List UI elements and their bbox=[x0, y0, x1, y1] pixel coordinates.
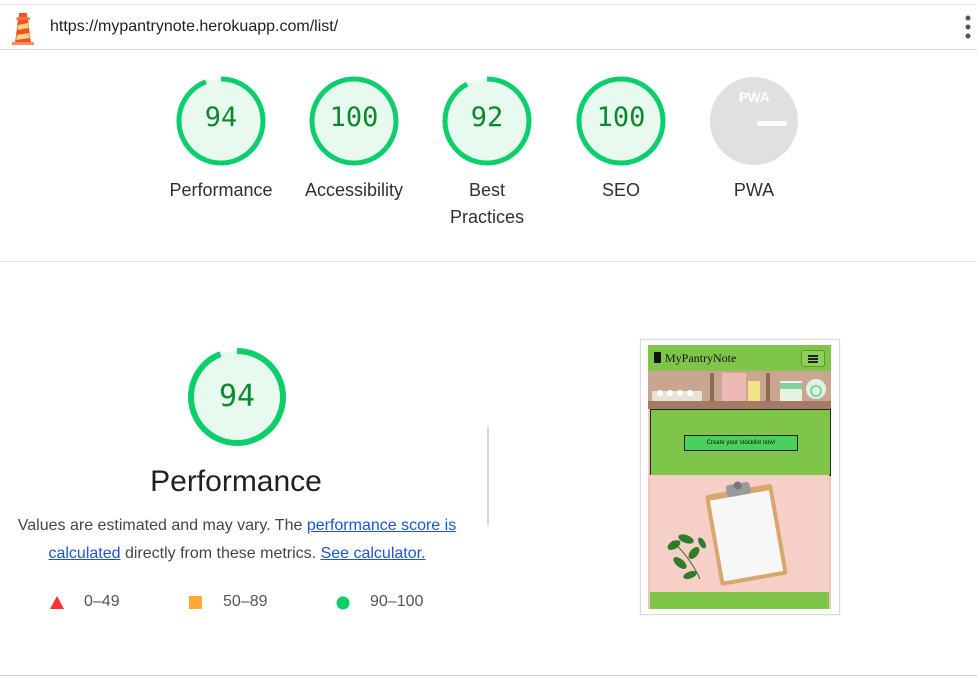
gauge-pwa[interactable]: PWA PWA bbox=[689, 74, 819, 204]
lighthouse-logo-icon bbox=[10, 11, 36, 50]
more-options-icon[interactable] bbox=[965, 15, 971, 44]
gauge-score: 100 bbox=[329, 102, 379, 133]
gauge-label: Performance bbox=[169, 180, 273, 200]
legend-range: 90–100 bbox=[370, 593, 424, 610]
desc-text: Values are estimated and may vary. The bbox=[17, 517, 307, 534]
pass-circle-icon bbox=[336, 596, 350, 615]
gauge-label: Accessibility bbox=[304, 180, 404, 200]
pwa-badge-text: PWA bbox=[738, 89, 770, 105]
gauge-score: 94 bbox=[204, 102, 238, 133]
gauge-accessibility[interactable]: 100 Accessibility bbox=[289, 74, 419, 204]
fail-triangle-icon bbox=[50, 596, 64, 614]
app-navbar: MyPantryNote bbox=[648, 345, 831, 371]
report-url[interactable]: https://mypantrynote.herokuapp.com/list/ bbox=[50, 18, 338, 36]
gauge-label: SEO bbox=[601, 180, 640, 200]
app-hero: Create your stocklist now! bbox=[650, 409, 831, 476]
gauge-best-practices[interactable]: 92 Best Practices bbox=[422, 74, 552, 231]
performance-title: Performance bbox=[150, 465, 322, 498]
see-calculator-link[interactable]: See calculator. bbox=[321, 545, 426, 562]
gauge-score: 100 bbox=[596, 102, 646, 133]
gauge-seo[interactable]: 100 SEO bbox=[556, 74, 686, 204]
report-url-bar: https://mypantrynote.herokuapp.com/list/ bbox=[0, 4, 977, 50]
vertical-divider bbox=[487, 427, 489, 525]
clipboard-photo bbox=[650, 475, 829, 592]
pantry-shelf-image bbox=[648, 371, 831, 409]
gauge-score: 92 bbox=[470, 102, 504, 133]
gauge-performance[interactable]: 94 Performance bbox=[156, 74, 286, 204]
performance-description: Values are estimated and may vary. The p… bbox=[14, 512, 460, 568]
final-screenshot[interactable]: MyPantryNote Create your stocklist now! bbox=[640, 339, 840, 615]
screenshot-image: MyPantryNote Create your stocklist now! bbox=[648, 345, 831, 609]
gauge-label: PWA bbox=[733, 180, 775, 200]
legend-range: 50–89 bbox=[223, 593, 268, 610]
app-brand: MyPantryNote bbox=[665, 351, 737, 365]
pwa-dash-icon bbox=[757, 121, 787, 126]
performance-gauge: 94 bbox=[186, 346, 288, 448]
legend-range: 0–49 bbox=[84, 593, 120, 610]
section-divider bbox=[0, 675, 977, 676]
performance-score: 94 bbox=[218, 379, 256, 414]
gauge-label: Best Practices bbox=[449, 180, 525, 227]
app-footer bbox=[650, 592, 829, 609]
category-gauges: 94 Performance 100 Accessibility 92 Best… bbox=[0, 49, 977, 262]
menu-toggle-icon bbox=[801, 350, 825, 367]
desc-text: directly from these metrics. bbox=[120, 545, 321, 562]
average-square-icon bbox=[189, 596, 202, 614]
create-stocklist-button: Create your stocklist now! bbox=[684, 435, 798, 451]
clipboard-icon bbox=[654, 352, 661, 363]
